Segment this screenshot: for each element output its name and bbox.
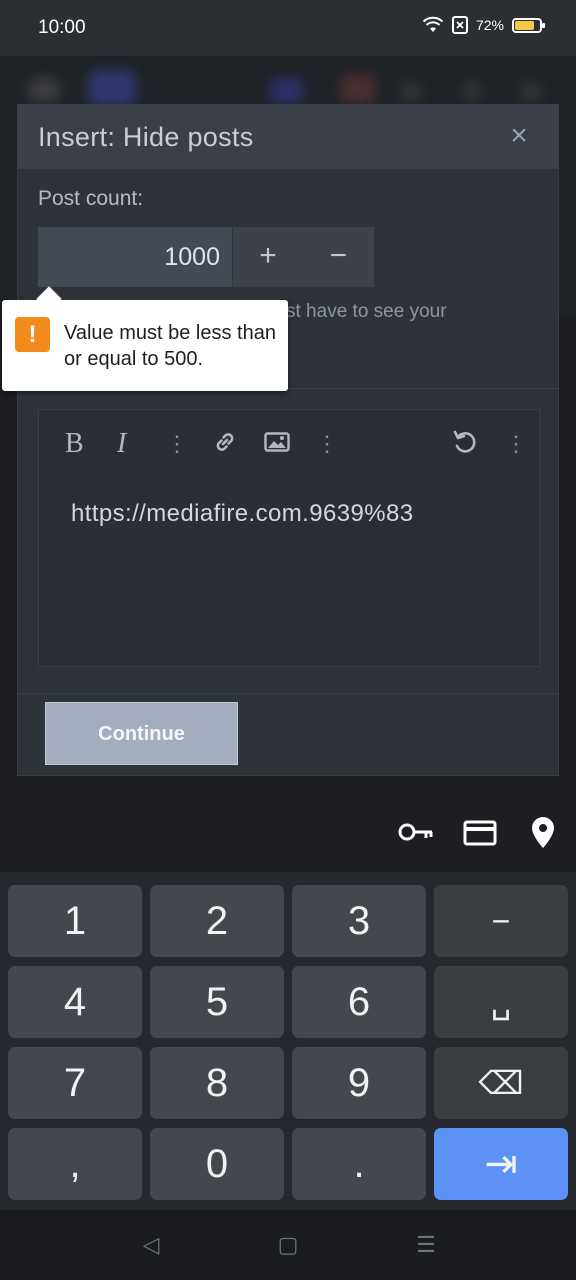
autofill-bar xyxy=(0,790,576,872)
more-insert-icon[interactable]: ⋮ xyxy=(316,428,338,460)
increment-button[interactable]: + xyxy=(232,227,303,287)
status-icons: 72% xyxy=(422,16,545,34)
home-icon[interactable]: ▢ xyxy=(273,1232,303,1258)
key-icon[interactable] xyxy=(397,820,435,849)
key-comma[interactable]: , xyxy=(8,1128,142,1200)
navigation-bar: ◁ ▢ ☰ xyxy=(0,1210,576,1280)
dialog-title: Insert: Hide posts xyxy=(38,122,254,152)
recents-icon[interactable]: ☰ xyxy=(411,1232,441,1258)
wifi-icon xyxy=(422,16,444,32)
credit-card-icon[interactable] xyxy=(463,820,497,851)
key-1[interactable]: 1 xyxy=(8,885,142,957)
key-8[interactable]: 8 xyxy=(150,1047,284,1119)
key-minus[interactable]: − xyxy=(434,885,568,957)
back-icon[interactable]: ◁ xyxy=(136,1232,166,1258)
battery-percent: 72% xyxy=(475,17,504,33)
validation-message: Value must be less than or equal to 500. xyxy=(64,322,276,370)
dialog-header: Insert: Hide posts × xyxy=(18,105,558,169)
hint-visible-text: st have to see your xyxy=(286,301,447,322)
key-6[interactable]: 6 xyxy=(292,966,426,1038)
key-2[interactable]: 2 xyxy=(150,885,284,957)
close-button[interactable]: × xyxy=(502,119,536,153)
more-formatting-icon[interactable]: ⋮ xyxy=(166,428,188,460)
editor-toolbar: B I ⋮ ⋮ ⋮ xyxy=(39,410,539,480)
post-count-stepper: 1000 + − xyxy=(38,227,374,287)
hide-posts-dialog: Insert: Hide posts × Post count: 1000 + … xyxy=(17,104,559,776)
numeric-keyboard: 1 2 3 − 4 5 6 ␣ 7 8 9 ⌫ , 0 . ⇥ xyxy=(0,872,576,1210)
bold-button[interactable]: B xyxy=(65,428,84,460)
battery-icon xyxy=(512,17,545,33)
editor-content[interactable]: https://mediafire.com.9639%83 xyxy=(71,500,413,528)
key-5[interactable]: 5 xyxy=(150,966,284,1038)
key-4[interactable]: 4 xyxy=(8,966,142,1038)
location-pin-icon[interactable] xyxy=(530,816,556,855)
key-3[interactable]: 3 xyxy=(292,885,426,957)
key-tab[interactable]: ⇥ xyxy=(434,1128,568,1200)
key-backspace[interactable]: ⌫ xyxy=(434,1047,568,1119)
no-sim-icon xyxy=(451,16,468,34)
key-9[interactable]: 9 xyxy=(292,1047,426,1119)
status-time: 10:00 xyxy=(38,17,86,38)
footer-divider xyxy=(18,693,558,694)
validation-tooltip: ! Value must be less than or equal to 50… xyxy=(2,300,288,391)
key-period[interactable]: . xyxy=(292,1128,426,1200)
undo-icon[interactable] xyxy=(451,428,479,460)
rich-text-editor[interactable]: B I ⋮ ⋮ ⋮ https://mediafire.com.9639%83 xyxy=(38,409,540,667)
decrement-button[interactable]: − xyxy=(303,227,374,287)
status-bar: 10:00 72% xyxy=(0,0,576,56)
continue-button[interactable]: Continue xyxy=(45,702,238,765)
key-0[interactable]: 0 xyxy=(150,1128,284,1200)
italic-button[interactable]: I xyxy=(117,428,126,460)
warning-icon: ! xyxy=(15,317,50,352)
post-count-input[interactable]: 1000 xyxy=(38,227,232,287)
key-space[interactable]: ␣ xyxy=(434,966,568,1038)
key-7[interactable]: 7 xyxy=(8,1047,142,1119)
post-count-label: Post count: xyxy=(38,187,144,210)
editor-more-icon[interactable]: ⋮ xyxy=(505,428,527,460)
image-icon[interactable] xyxy=(263,428,291,460)
link-icon[interactable] xyxy=(211,428,239,460)
